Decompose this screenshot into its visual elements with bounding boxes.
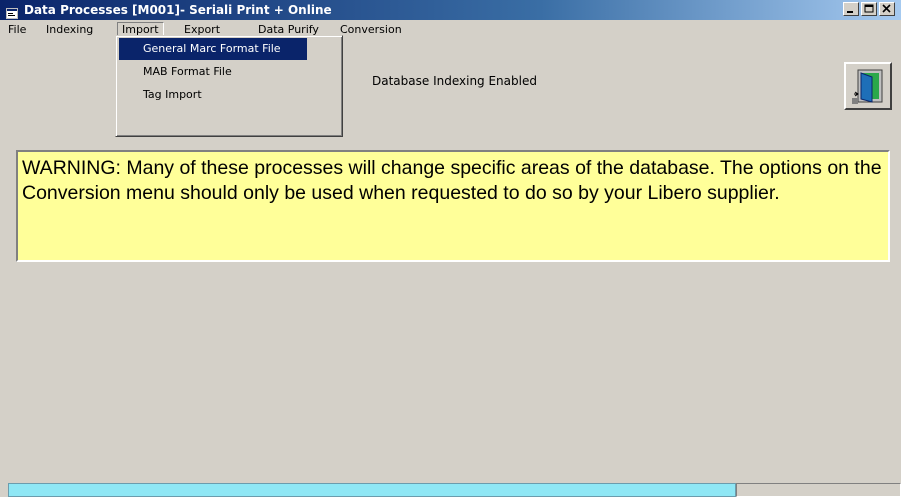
status-panel [736, 483, 901, 497]
menu-item-general-marc-format-file[interactable]: General Marc Format File [119, 38, 307, 60]
app-window-icon[interactable] [6, 4, 18, 19]
title-bar[interactable]: Data Processes [M001]- Seriali Print + O… [0, 0, 901, 20]
import-dropdown: General Marc Format File MAB Format File… [115, 35, 343, 137]
minimize-button[interactable] [843, 2, 859, 16]
window-title: Data Processes [M001]- Seriali Print + O… [24, 3, 332, 17]
close-button[interactable] [879, 2, 895, 16]
warning-text: WARNING: Many of these processes will ch… [22, 157, 882, 204]
warning-panel: WARNING: Many of these processes will ch… [16, 150, 890, 262]
progress-bar [8, 483, 736, 497]
close-icon [882, 4, 891, 13]
menu-file[interactable]: File [4, 22, 30, 38]
minimize-icon [847, 11, 853, 13]
menu-item-tag-import[interactable]: Tag Import [119, 84, 307, 106]
window-controls [843, 2, 895, 16]
menu-item-mab-format-file[interactable]: MAB Format File [119, 61, 307, 83]
indexing-status: Database Indexing Enabled [372, 74, 537, 88]
maximize-button[interactable] [861, 2, 877, 16]
exit-door-icon [852, 69, 883, 104]
exit-button[interactable] [844, 62, 892, 110]
maximize-icon [864, 4, 874, 13]
menu-conversion[interactable]: Conversion [336, 22, 406, 38]
menu-indexing[interactable]: Indexing [42, 22, 97, 38]
